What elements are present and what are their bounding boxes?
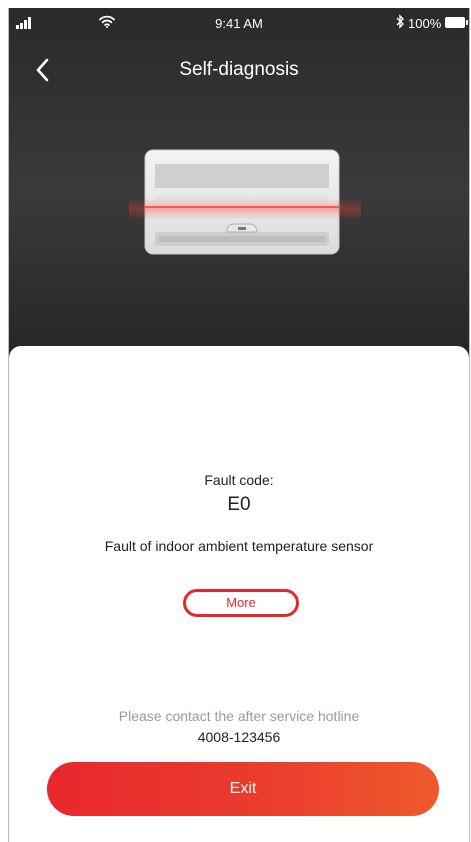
battery-percentage: 100% (408, 16, 442, 31)
bluetooth-icon (396, 14, 404, 29)
diagnosis-sheet: Fault code: E0 Fault of indoor ambient t… (9, 346, 469, 842)
battery-icon (445, 17, 468, 28)
hotline-number[interactable]: 4008-123456 (9, 729, 469, 745)
fault-description: Fault of indoor ambient temperature sens… (104, 538, 374, 554)
status-bar: 9:41 AM 100% (9, 8, 469, 38)
fault-code-label: Fault code: (204, 472, 274, 488)
phone-screen: 9:41 AM 100% Self-diagnosis Fault code: … (8, 8, 470, 842)
fault-code-value: E0 (227, 494, 251, 515)
exit-button[interactable]: Exit (47, 762, 439, 816)
contact-hint: Please contact the after service hotline (118, 708, 360, 724)
navigation-bar: Self-diagnosis (9, 50, 469, 90)
air-conditioner-illustration (129, 149, 361, 255)
page-title: Self-diagnosis (179, 59, 299, 80)
more-button[interactable]: More (183, 589, 299, 617)
